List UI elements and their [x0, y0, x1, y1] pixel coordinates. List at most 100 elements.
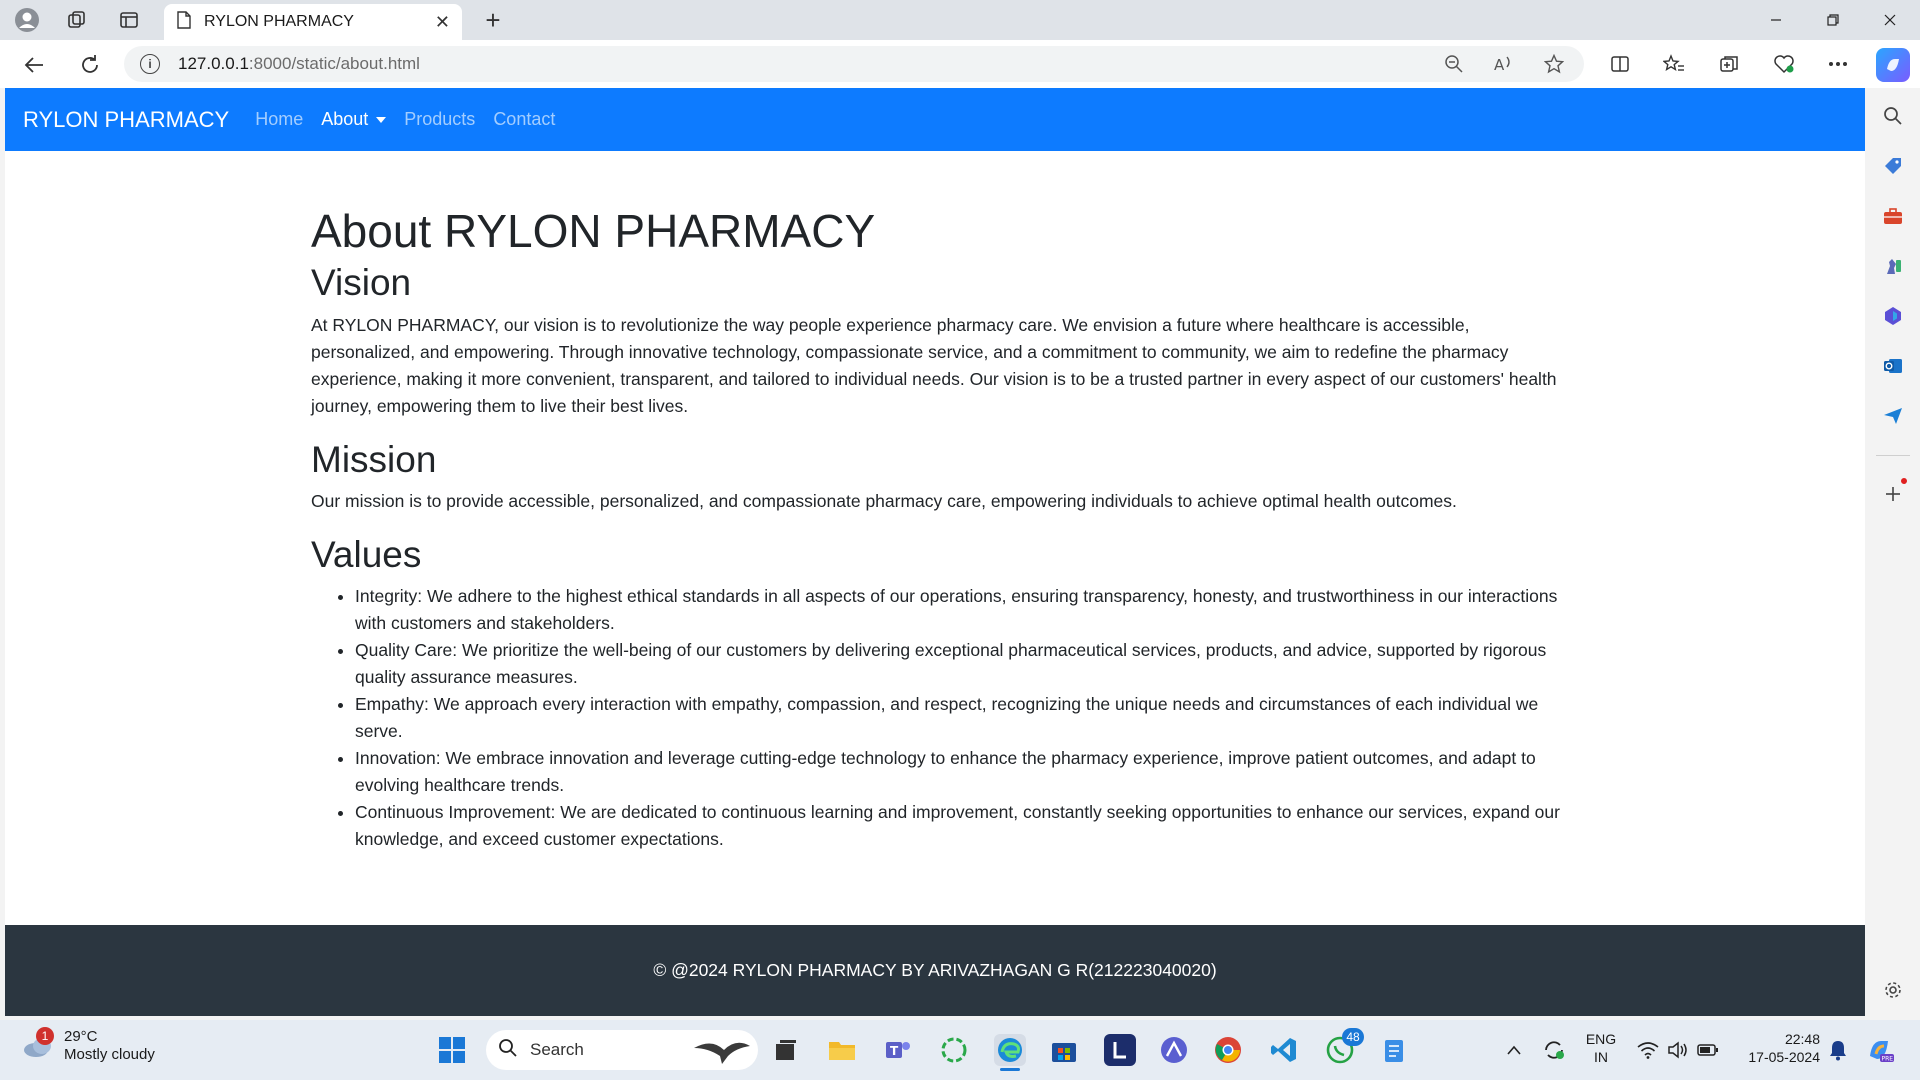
page-icon [176, 10, 192, 34]
notification-dot [1901, 478, 1907, 484]
svg-text:PRE: PRE [1882, 1056, 1894, 1063]
gear-icon[interactable] [1879, 976, 1907, 1004]
url-field[interactable]: i 127.0.0.1:8000/static/about.html [124, 46, 1584, 82]
site-navbar: RYLON PHARMACY Home About Products Conta… [5, 88, 1865, 151]
weather-badge: 1 [36, 1027, 54, 1045]
sync-ring-icon[interactable] [938, 1034, 970, 1066]
read-aloud-icon[interactable]: A [1490, 50, 1518, 78]
battery-icon[interactable] [1692, 1034, 1724, 1066]
svg-text:T: T [890, 1044, 899, 1058]
list-item: Integrity: We adhere to the highest ethi… [355, 583, 1561, 637]
whatsapp-icon[interactable]: 48 [1324, 1028, 1364, 1066]
outlook-icon[interactable] [1879, 352, 1907, 380]
notification-bell-icon[interactable] [1822, 1034, 1854, 1066]
clock[interactable]: 22:48 17-05-2024 [1730, 1030, 1820, 1066]
favorites-icon[interactable] [1660, 50, 1688, 78]
bird-illustration-icon [692, 1034, 752, 1071]
l-app-icon[interactable] [1104, 1034, 1136, 1066]
settings-more-icon[interactable] [1824, 50, 1852, 78]
list-item: Empathy: We approach every interaction w… [355, 691, 1561, 745]
clock-time: 22:48 [1784, 1031, 1820, 1047]
profile-icon[interactable] [12, 6, 42, 34]
shopping-tag-icon[interactable] [1879, 152, 1907, 180]
send-icon[interactable] [1879, 402, 1907, 430]
language-code: ENG [1585, 1031, 1617, 1047]
nav-link-home[interactable]: Home [255, 109, 303, 130]
add-icon[interactable] [1879, 478, 1907, 508]
wifi-icon[interactable] [1632, 1034, 1664, 1066]
task-view-icon[interactable] [770, 1034, 802, 1066]
app-triangle-icon[interactable] [1158, 1034, 1190, 1066]
collections-icon[interactable] [1715, 50, 1743, 78]
chrome-icon[interactable] [1212, 1034, 1244, 1066]
sync-status-icon[interactable] [1538, 1034, 1570, 1066]
region-code: IN [1594, 1049, 1608, 1065]
tab-title: RYLON PHARMACY [204, 13, 354, 30]
new-tab-button[interactable]: + [478, 6, 508, 34]
url-host: 127.0.0.1 [178, 54, 249, 73]
microsoft-365-icon[interactable] [1879, 302, 1907, 330]
weather-temp: 29°C [64, 1028, 98, 1045]
windows-taskbar: 1 29°C Mostly cloudy Search T 48 ENG IN … [0, 1020, 1920, 1080]
volume-icon[interactable] [1662, 1034, 1694, 1066]
nav-link-products[interactable]: Products [404, 109, 475, 130]
vertical-tabs-icon[interactable] [114, 6, 144, 34]
active-app-indicator [1000, 1068, 1020, 1071]
copilot-pre-icon[interactable]: PRE [1864, 1034, 1896, 1066]
file-explorer-icon[interactable] [826, 1034, 858, 1066]
taskbar-search-input[interactable]: Search [486, 1030, 758, 1070]
close-window-button[interactable] [1862, 0, 1918, 40]
url-path: :8000/static/about.html [248, 54, 420, 73]
refresh-button[interactable] [74, 49, 106, 81]
tools-briefcase-icon[interactable] [1879, 202, 1907, 230]
restore-button[interactable] [1805, 0, 1861, 40]
store-icon[interactable] [1048, 1034, 1080, 1066]
chevron-up-icon[interactable] [1498, 1034, 1530, 1066]
page-title: About RYLON PHARMACY [311, 205, 876, 257]
split-screen-icon[interactable] [1606, 50, 1634, 78]
values-list: Integrity: We adhere to the highest ethi… [311, 583, 1561, 853]
nav-link-about[interactable]: About [321, 109, 387, 130]
weather-widget[interactable]: 1 29°C Mostly cloudy [22, 1027, 155, 1064]
vision-text: At RYLON PHARMACY, our vision is to revo… [311, 314, 1557, 416]
zoom-out-icon[interactable] [1440, 50, 1468, 78]
back-button[interactable] [18, 49, 50, 81]
page-viewport: RYLON PHARMACY Home About Products Conta… [5, 88, 1865, 1016]
nav-link-contact[interactable]: Contact [493, 109, 555, 130]
sidebar-divider [1876, 455, 1910, 456]
site-info-icon[interactable]: i [140, 54, 160, 74]
about-content: About RYLON PHARMACY Vision At RYLON PHA… [311, 204, 1561, 853]
active-tab[interactable]: RYLON PHARMACY ✕ [164, 4, 462, 40]
address-bar-row: i 127.0.0.1:8000/static/about.html A [0, 40, 1920, 88]
favorite-star-icon[interactable] [1540, 50, 1568, 78]
list-item: Continuous Improvement: We are dedicated… [355, 799, 1561, 853]
games-icon[interactable] [1879, 252, 1907, 280]
workspaces-icon[interactable] [62, 6, 92, 34]
language-indicator[interactable]: ENG IN [1584, 1030, 1618, 1066]
vscode-icon[interactable] [1268, 1034, 1300, 1066]
edge-browser-icon[interactable] [994, 1034, 1026, 1071]
weather-desc: Mostly cloudy [64, 1046, 155, 1063]
dropdown-caret-icon [376, 116, 387, 123]
teams-icon[interactable]: T [882, 1034, 914, 1066]
start-windows-icon[interactable] [436, 1034, 468, 1066]
copilot-icon[interactable] [1876, 48, 1910, 82]
vision-heading: Vision [311, 262, 412, 304]
footer-text: © @2024 RYLON PHARMACY BY ARIVAZHAGAN G … [653, 960, 1217, 980]
edge-sidebar [1866, 88, 1920, 1016]
nav-link-about-label: About [321, 109, 369, 129]
svg-text:A: A [1494, 56, 1505, 74]
mission-heading: Mission [311, 438, 437, 480]
navbar-brand[interactable]: RYLON PHARMACY [23, 107, 229, 133]
search-icon[interactable] [1879, 102, 1907, 130]
browser-tab-bar: RYLON PHARMACY ✕ + [0, 0, 1920, 40]
site-footer: © @2024 RYLON PHARMACY BY ARIVAZHAGAN G … [5, 925, 1865, 1016]
browser-essentials-icon[interactable] [1770, 50, 1798, 78]
search-icon [498, 1038, 518, 1063]
notepad-icon[interactable] [1378, 1034, 1410, 1066]
search-label: Search [530, 1040, 584, 1059]
minimize-button[interactable] [1748, 0, 1804, 40]
clock-date: 17-05-2024 [1748, 1049, 1820, 1065]
tab-close-icon[interactable]: ✕ [435, 12, 450, 33]
cloud-icon: 1 [22, 1027, 56, 1059]
